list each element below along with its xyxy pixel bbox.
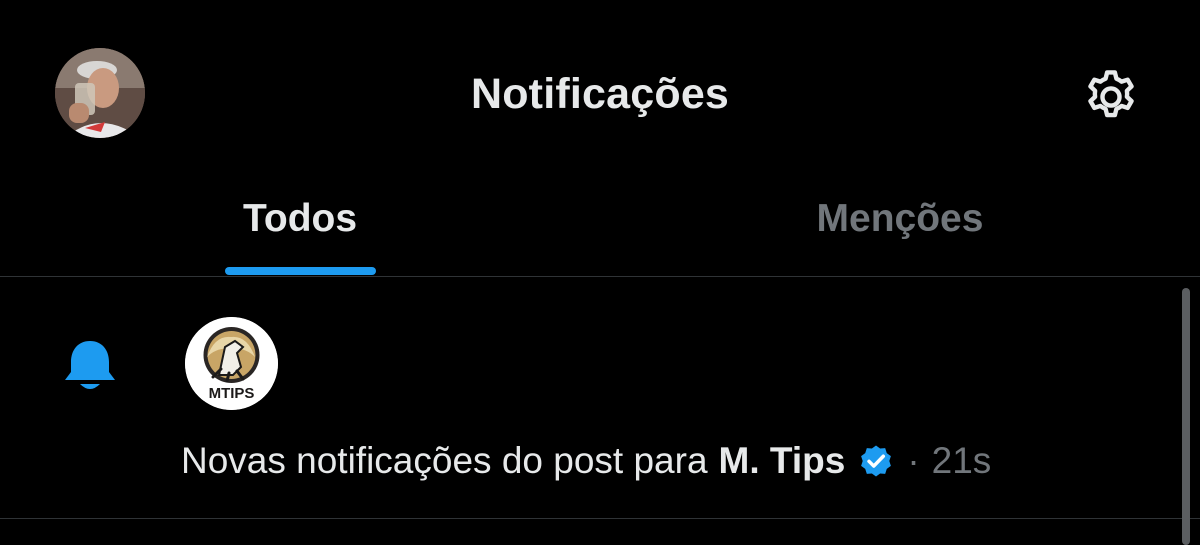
tab-label: Todos <box>242 197 358 240</box>
notification-text: Novas notificações do post para M. Tips … <box>181 440 991 482</box>
notification-message: Novas notificações do post para <box>181 440 708 481</box>
mtips-logo-icon: MTIPS <box>185 317 278 410</box>
tab-mencoes[interactable]: Menções <box>600 185 1200 276</box>
account-name[interactable]: M. Tips <box>719 440 846 482</box>
account-avatar[interactable]: MTIPS <box>185 317 278 410</box>
separator-dot: · <box>907 440 920 481</box>
svg-text:MTIPS: MTIPS <box>209 385 255 402</box>
tab-bar: Todos Menções <box>0 185 1200 277</box>
timestamp: 21s <box>931 440 992 481</box>
settings-button[interactable] <box>1080 66 1142 128</box>
tab-label: Menções <box>816 197 984 240</box>
gear-icon <box>1088 70 1134 118</box>
bell-icon <box>63 338 117 394</box>
page-title: Notificações <box>470 70 730 118</box>
header: Notificações <box>0 0 1200 185</box>
notification-item[interactable]: MTIPS Novas notificações do post para M.… <box>0 277 1200 519</box>
verified-badge-icon <box>861 445 892 477</box>
tab-todos[interactable]: Todos <box>0 185 600 276</box>
scrollbar[interactable] <box>1182 288 1190 545</box>
active-tab-indicator <box>225 267 376 275</box>
